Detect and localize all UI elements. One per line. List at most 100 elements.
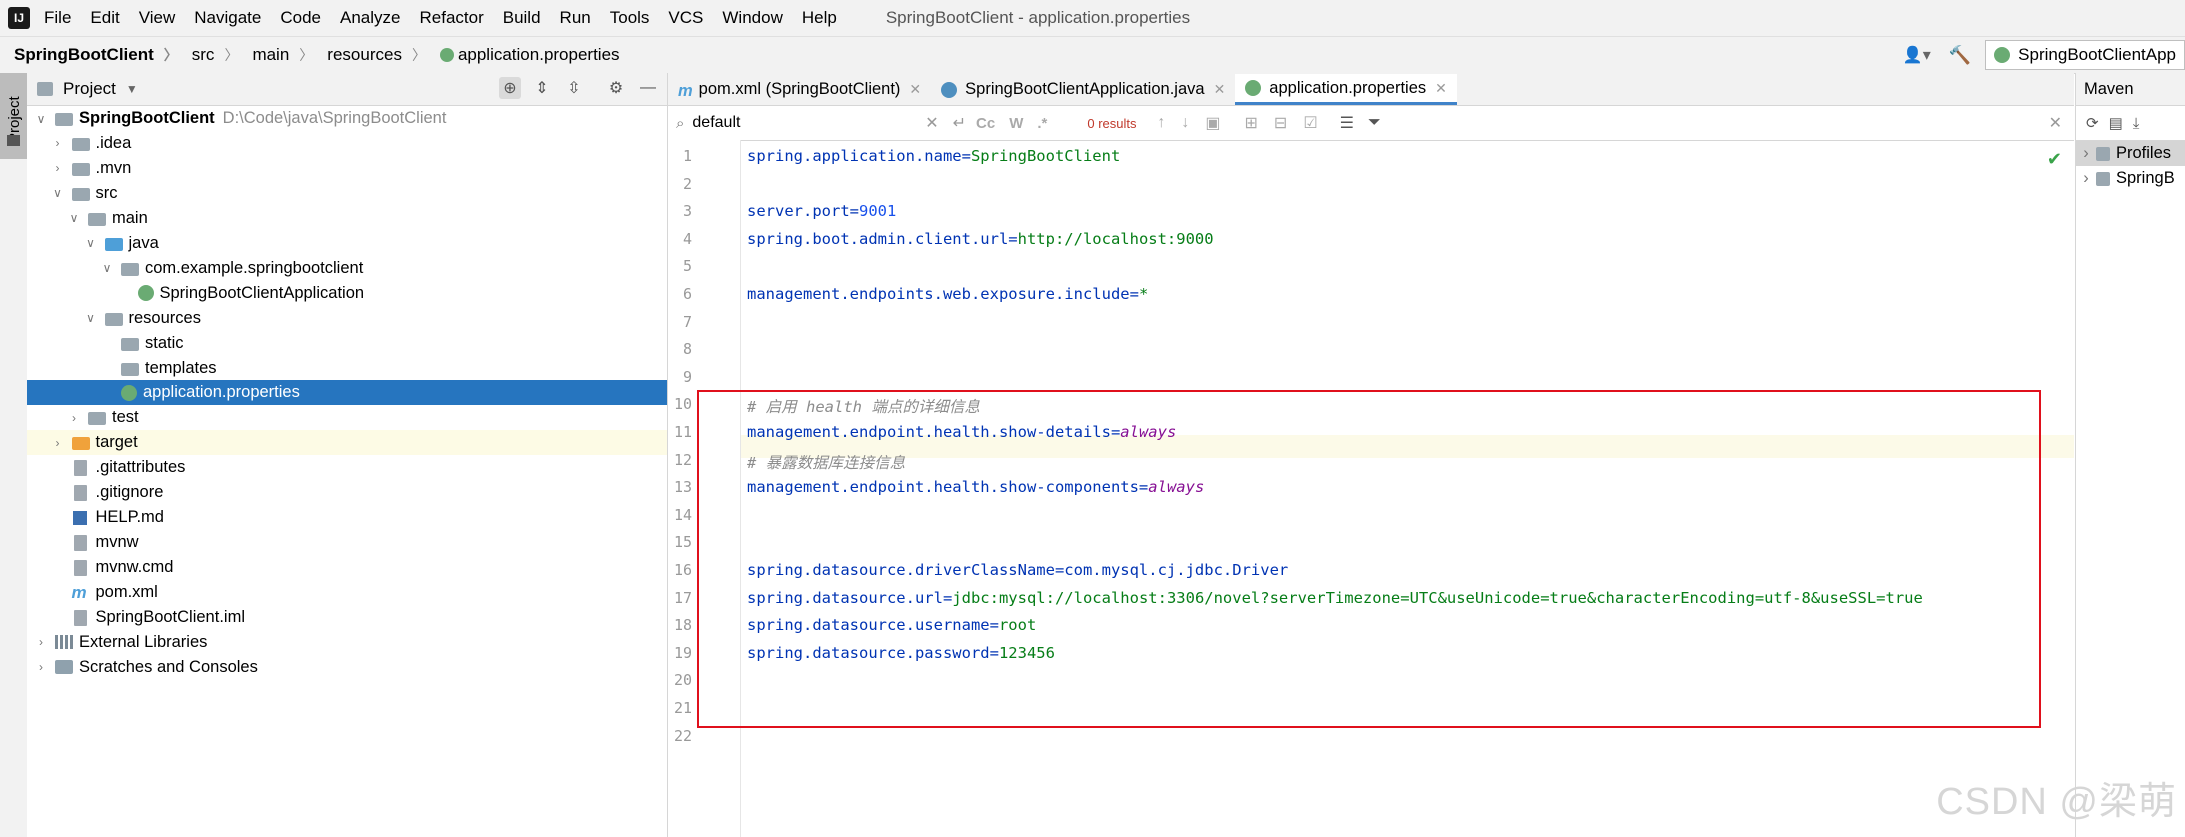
chevron-right-icon[interactable]: › (33, 635, 49, 649)
close-tab-icon[interactable]: ✕ (1435, 80, 1447, 97)
tree-item[interactable]: ∨ SpringBootClient D:\Code\java\SpringBoot… (27, 106, 667, 131)
tree-item[interactable]: .gitignore (27, 480, 667, 505)
find-input-wrapper[interactable]: ⌕ default ✕ ↵ (676, 113, 966, 133)
view-dropdown-icon[interactable]: ▼ (126, 82, 138, 96)
whole-word-toggle[interactable]: W (1009, 115, 1023, 132)
menu-vcs[interactable]: VCS (668, 8, 703, 28)
chevron-right-icon[interactable]: › (50, 161, 66, 175)
chevron-right-icon[interactable]: › (66, 411, 82, 425)
menu-run[interactable]: Run (560, 8, 591, 28)
tree-item[interactable]: › External Libraries (27, 630, 667, 655)
previous-occurrence-icon[interactable]: ↑ (1157, 114, 1165, 132)
filter-icon[interactable]: ⏷ (1368, 114, 1381, 132)
close-tab-icon[interactable]: ✕ (909, 81, 921, 98)
tree-item[interactable]: static (27, 331, 667, 356)
tree-item-label: SpringBootClient (79, 109, 215, 127)
menu-file[interactable]: File (44, 8, 71, 28)
tree-item[interactable]: ∨ com.example.springbootclient (27, 256, 667, 281)
tree-item[interactable]: templates (27, 356, 667, 381)
breadcrumb-item[interactable]: resources 〉 (327, 45, 426, 65)
user-icon[interactable]: 👤▾ (1903, 45, 1931, 65)
tree-item[interactable]: HELP.md (27, 505, 667, 530)
close-tab-icon[interactable]: ✕ (1214, 81, 1226, 98)
chevron-right-icon[interactable]: › (50, 436, 66, 450)
clear-search-icon[interactable]: ✕ (925, 113, 938, 133)
next-occurrence-icon[interactable]: ↓ (1181, 114, 1189, 132)
code-line[interactable]: server.port=9001 (747, 202, 896, 220)
code-line[interactable]: management.endpoints.web.exposure.includ… (747, 285, 1148, 303)
locate-file-icon[interactable]: ⊕ (499, 77, 521, 99)
tree-item[interactable]: › target (27, 430, 667, 456)
chevron-down-icon[interactable]: ∨ (66, 211, 82, 225)
tree-item[interactable]: › .mvn (27, 156, 667, 181)
breadcrumb-item[interactable]: SpringBootClient 〉 (14, 45, 178, 65)
tree-item[interactable]: ∨ main (27, 206, 667, 231)
left-tool-window-bar: Project (0, 73, 28, 837)
maven-tree-item[interactable]: › SpringB (2076, 166, 2185, 191)
expand-all-icon[interactable]: ⇕ (531, 77, 553, 99)
menu-tools[interactable]: Tools (610, 8, 650, 28)
filter-settings-icon[interactable]: ☰ (1340, 113, 1354, 133)
tree-item[interactable]: mvnw.cmd (27, 555, 667, 580)
menu-code[interactable]: Code (280, 8, 321, 28)
menu-window[interactable]: Window (722, 8, 782, 28)
chevron-right-icon[interactable]: › (2076, 169, 2096, 188)
tree-item[interactable]: ∨ java (27, 231, 667, 256)
select-all-icon[interactable]: ☑ (1303, 113, 1317, 133)
tree-item[interactable]: ∨ resources (27, 306, 667, 331)
breadcrumb-item[interactable]: main 〉 (252, 45, 313, 65)
editor-tab[interactable]: SpringBootClientApplication.java ✕ (931, 74, 1235, 105)
close-find-icon[interactable]: ✕ (2049, 113, 2062, 133)
add-maven-project-icon[interactable]: ▤ (2109, 114, 2123, 132)
download-icon[interactable]: ⤓ (2133, 115, 2140, 132)
find-input[interactable]: default (692, 114, 915, 132)
new-line-icon[interactable]: ↵ (953, 113, 966, 133)
tree-item[interactable]: › test (27, 405, 667, 430)
breadcrumb-item[interactable]: src 〉 (192, 45, 239, 65)
hide-panel-icon[interactable]: — (637, 77, 659, 99)
code-line[interactable]: spring.application.name=SpringBootClient (747, 147, 1120, 165)
remove-occurrence-icon[interactable]: ⊟ (1274, 113, 1287, 133)
tree-item[interactable]: mvnw (27, 530, 667, 555)
chevron-down-icon[interactable]: ∨ (33, 112, 49, 126)
maven-tree-item[interactable]: › Profiles (2076, 141, 2185, 166)
code-line[interactable]: spring.boot.admin.client.url=http://loca… (747, 230, 1214, 248)
menu-edit[interactable]: Edit (90, 8, 119, 28)
chevron-right-icon[interactable]: › (50, 136, 66, 150)
tree-item[interactable]: application.properties (27, 380, 667, 406)
chevron-right-icon[interactable]: › (33, 660, 49, 674)
tree-item[interactable]: SpringBootClient.iml (27, 605, 667, 630)
menu-analyze[interactable]: Analyze (340, 8, 400, 28)
project-panel-title[interactable]: Project (63, 79, 116, 99)
chevron-down-icon[interactable]: ∨ (83, 311, 99, 325)
menu-build[interactable]: Build (503, 8, 541, 28)
build-hammer-icon[interactable]: 🔨 (1949, 45, 1971, 66)
menu-view[interactable]: View (139, 8, 176, 28)
reload-icon[interactable]: ⟳ (2086, 114, 2099, 132)
menu-navigate[interactable]: Navigate (194, 8, 261, 28)
tree-item[interactable]: .gitattributes (27, 455, 667, 480)
select-all-occurrences-icon[interactable]: ▣ (1205, 113, 1220, 133)
breadcrumb-item[interactable]: application.properties (439, 45, 620, 65)
editor-tab[interactable]: m pom.xml (SpringBootClient) ✕ (668, 74, 931, 105)
chevron-down-icon[interactable]: ∨ (99, 261, 115, 275)
tree-item[interactable]: › Scratches and Consoles (27, 655, 667, 680)
collapse-all-icon[interactable]: ⇳ (563, 77, 585, 99)
gear-icon[interactable]: ⚙ (605, 77, 627, 99)
match-case-toggle[interactable]: Cc (976, 115, 995, 132)
regex-toggle[interactable]: .* (1037, 115, 1047, 132)
project-tool-tab[interactable]: Project (0, 73, 27, 159)
menu-refactor[interactable]: Refactor (419, 8, 483, 28)
chevron-down-icon[interactable]: ∨ (83, 236, 99, 250)
tree-item[interactable]: ∨ src (27, 181, 667, 206)
add-occurrence-icon[interactable]: ⊞ (1245, 113, 1258, 133)
tree-item[interactable]: › .idea (27, 131, 667, 156)
editor-tab[interactable]: application.properties ✕ (1235, 74, 1457, 105)
chevron-down-icon[interactable]: ∨ (50, 186, 66, 200)
tree-item[interactable]: SpringBootClientApplication (27, 281, 667, 306)
menu-help[interactable]: Help (802, 8, 837, 28)
tree-item[interactable]: m pom.xml (27, 580, 667, 605)
chevron-right-icon[interactable]: › (2076, 144, 2096, 163)
folder-icon (121, 362, 139, 376)
run-configuration-selector[interactable]: SpringBootClientApp (1985, 40, 2185, 70)
